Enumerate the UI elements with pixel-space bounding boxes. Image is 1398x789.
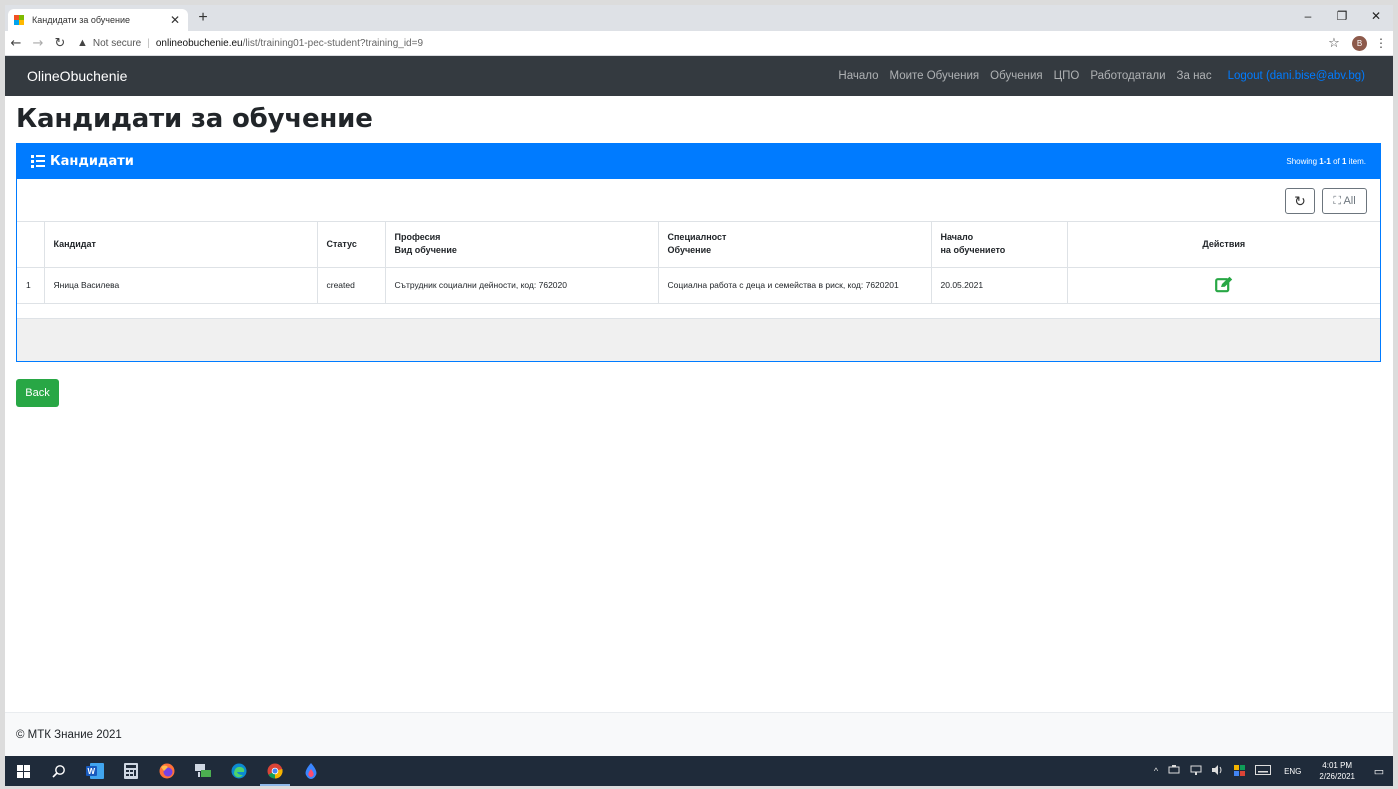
cell-candidate: Яница Василева (44, 267, 318, 304)
svg-text:W: W (88, 767, 96, 776)
col-profession[interactable]: Професия Вид обучение (385, 222, 659, 268)
minimize-button[interactable]: – (1291, 5, 1325, 31)
result-summary: Showing 1-1 of 1 item. (1286, 157, 1366, 166)
site-navbar: OlineObuchenie Начало Моите Обучения Обу… (5, 56, 1393, 96)
security-label[interactable]: Not secure (93, 38, 141, 49)
word-icon[interactable]: W (77, 756, 113, 786)
col-specialty[interactable]: Специалност Обучение (658, 222, 932, 268)
cell-profession: Сътрудник социални дейности, код: 762020 (385, 267, 659, 304)
clock-date: 2/26/2021 (1319, 772, 1355, 781)
nav-link-home[interactable]: Начало (838, 70, 878, 82)
search-icon[interactable] (41, 756, 77, 786)
card-footer (17, 319, 1380, 361)
site-brand[interactable]: OlineObuchenie (27, 68, 127, 84)
cell-status: created (317, 267, 386, 304)
col-candidate[interactable]: Кандидат (44, 222, 318, 268)
onedrive-icon[interactable] (1168, 765, 1180, 777)
nav-links: Начало Моите Обучения Обучения ЦПО Работ… (827, 70, 1371, 82)
windows-taskbar: W ^ ENG 4:01 PM 2/26/2021 ▭ (5, 756, 1393, 786)
system-tray: ^ ENG 4:01 PM 2/26/2021 ▭ (1149, 756, 1393, 786)
table-header-row: Кандидат Статус Професия Вид обучение Спе… (17, 222, 1380, 268)
new-tab-button[interactable]: + (193, 8, 213, 28)
back-button[interactable]: Back (16, 379, 59, 407)
keyboard-icon[interactable] (1255, 765, 1272, 777)
nav-link-employers[interactable]: Работодатали (1090, 70, 1165, 82)
row-number: 1 (17, 267, 45, 304)
edit-icon[interactable] (1214, 276, 1233, 295)
url-host: onlineobuchenie.eu (155, 37, 243, 49)
paint-app-icon[interactable] (293, 756, 329, 786)
close-window-button[interactable]: ✕ (1359, 5, 1393, 31)
warning-icon[interactable]: ▲ (77, 37, 88, 49)
language-indicator[interactable]: ENG (1284, 767, 1301, 776)
url-path: /list/training01-pec-student?training_id… (242, 37, 423, 49)
tab-strip: Кандидати за обучение ✕ + – ❐ ✕ (5, 5, 1393, 31)
col-status[interactable]: Статус (317, 222, 386, 268)
show-all-button[interactable]: ⛶ All (1322, 188, 1367, 214)
firefox-icon[interactable] (149, 756, 185, 786)
cell-start-date: 20.05.2021 (931, 267, 1068, 304)
notifications-icon[interactable]: ▭ (1365, 765, 1393, 778)
nav-link-about[interactable]: За нас (1177, 70, 1212, 82)
copyright-text: © МТК Знание 2021 (16, 728, 122, 741)
table-spacer (17, 304, 1380, 319)
nav-link-my-trainings[interactable]: Моите Обучения (889, 70, 979, 82)
cell-actions (1067, 267, 1380, 304)
card-title: Кандидати (50, 154, 134, 169)
back-arrow-icon[interactable]: ← (5, 36, 27, 51)
nav-link-trainings[interactable]: Обучения (990, 70, 1042, 82)
page-title: Кандидати за обучение (16, 104, 373, 134)
restore-button[interactable]: ❐ (1325, 5, 1359, 31)
remote-desktop-icon[interactable] (185, 756, 221, 786)
url-separator: | (147, 37, 150, 49)
reload-icon[interactable]: ↻ (49, 36, 71, 51)
logout-link[interactable]: Logout (dani.bise@abv.bg) (1228, 70, 1365, 82)
network-icon[interactable] (1190, 765, 1202, 777)
grid-toolbar: ↻ ⛶ All (17, 179, 1380, 222)
clock[interactable]: 4:01 PM 2/26/2021 (1319, 760, 1355, 782)
nav-link-cpo[interactable]: ЦПО (1054, 70, 1080, 82)
browser-tab[interactable]: Кандидати за обучение ✕ (8, 9, 188, 31)
window-controls: – ❐ ✕ (1291, 5, 1393, 31)
profile-avatar[interactable]: B (1352, 35, 1367, 51)
refresh-button[interactable]: ↻ (1285, 188, 1315, 214)
tab-close-icon[interactable]: ✕ (168, 13, 182, 27)
site-favicon-icon (14, 15, 24, 25)
col-actions: Действия (1067, 222, 1380, 268)
clock-time: 4:01 PM (1322, 761, 1353, 770)
address-bar: ← → ↻ ▲ Not secure | onlineobuchenie.eu … (5, 31, 1393, 56)
forward-arrow-icon[interactable]: → (27, 36, 49, 51)
col-start-date[interactable]: Начало на обучението (931, 222, 1068, 268)
tray-expand-icon[interactable]: ^ (1154, 766, 1158, 776)
table-row: 1 Яница Василева created Сътрудник социа… (17, 267, 1380, 304)
cell-specialty: Социална работа с деца и семейства в рис… (658, 267, 932, 304)
col-number (17, 222, 45, 268)
list-icon (31, 154, 45, 169)
card-header: Кандидати Showing 1-1 of 1 item. (17, 144, 1380, 179)
chrome-icon[interactable] (257, 756, 293, 786)
browser-window: Кандидати за обучение ✕ + – ❐ ✕ ← → ↻ ▲ … (5, 5, 1393, 756)
calculator-icon[interactable] (113, 756, 149, 786)
volume-icon[interactable] (1212, 765, 1224, 777)
edge-icon[interactable] (221, 756, 257, 786)
tab-title: Кандидати за обучение (32, 15, 130, 25)
browser-menu-icon[interactable]: ⋮ (1373, 36, 1389, 50)
candidates-table: Кандидат Статус Професия Вид обучение Спе… (17, 222, 1380, 304)
refresh-icon: ↻ (1294, 192, 1306, 209)
page-footer: © МТК Знание 2021 (5, 712, 1393, 756)
candidates-card: Кандидати Showing 1-1 of 1 item. ↻ ⛶ All… (16, 143, 1381, 362)
windows-start-icon[interactable] (5, 756, 41, 786)
bookmark-star-icon[interactable]: ☆ (1322, 36, 1346, 51)
url-field[interactable]: ▲ Not secure | onlineobuchenie.eu /list/… (77, 33, 1322, 53)
security-shield-icon[interactable] (1234, 764, 1246, 778)
